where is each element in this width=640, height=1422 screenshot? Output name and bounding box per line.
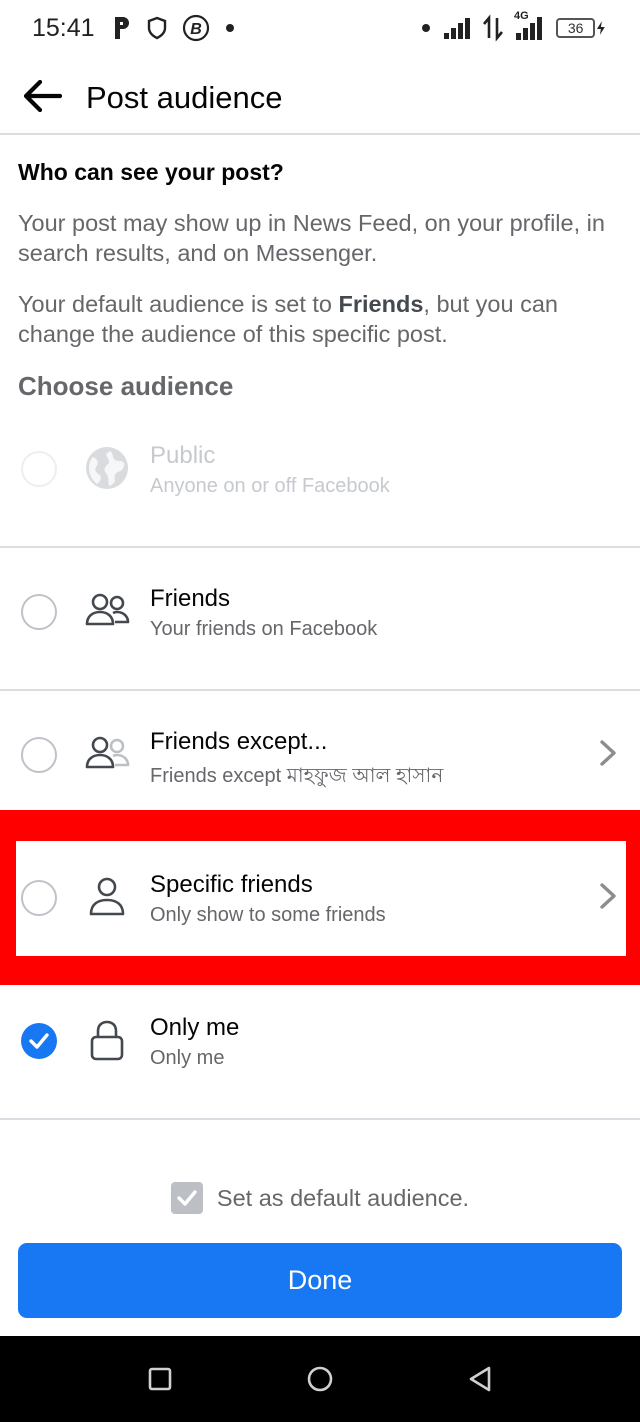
option-title: Friends except...	[150, 728, 328, 755]
radio-button-selected[interactable]	[21, 1023, 57, 1059]
p-app-icon	[115, 17, 129, 39]
audience-option-public[interactable]: Public Anyone on or off Facebook	[0, 405, 640, 548]
option-title: Public	[150, 442, 216, 469]
check-icon	[29, 1033, 49, 1049]
audience-option-friends-except[interactable]: Friends except... Friends except মাহফুজ …	[0, 691, 640, 834]
battery-icon: 36	[556, 17, 606, 39]
svg-text:B: B	[190, 21, 202, 38]
navigation-bar	[0, 1336, 640, 1422]
status-left-icons: B	[112, 14, 236, 42]
description-default-value: Friends	[338, 291, 424, 317]
radio-button[interactable]	[21, 594, 57, 630]
chevron-right-icon	[600, 883, 616, 909]
4g-signal-icon: 4G	[514, 10, 546, 42]
friends-except-icon	[85, 736, 130, 769]
default-audience-checkbox[interactable]	[170, 1182, 203, 1214]
status-bar: 15:41 B 4G 36	[0, 0, 640, 58]
page-title: Post audience	[86, 80, 283, 115]
back-triangle-icon[interactable]	[465, 1364, 495, 1394]
friends-icon	[85, 593, 130, 626]
option-subtitle: Only me	[150, 1047, 225, 1069]
default-audience-row[interactable]: Set as default audience.	[0, 1175, 640, 1221]
radio-button[interactable]	[21, 737, 57, 773]
question-heading: Who can see your post?	[18, 159, 284, 185]
audience-option-only-me[interactable]: Only me Only me	[0, 977, 640, 1120]
audience-option-specific-friends[interactable]: Specific friends Only show to some frien…	[0, 834, 640, 977]
option-subtitle: Your friends on Facebook	[150, 618, 378, 640]
option-title: Specific friends	[150, 871, 313, 898]
status-time: 15:41	[32, 14, 95, 42]
done-button[interactable]: Done	[18, 1243, 622, 1318]
chevron-right-icon	[600, 740, 616, 766]
arrow-left-icon	[23, 79, 62, 113]
radio-button[interactable]	[21, 880, 57, 916]
globe-icon	[86, 447, 128, 489]
option-title: Only me	[150, 1014, 240, 1041]
choose-audience-heading: Choose audience	[18, 371, 234, 401]
person-icon	[89, 877, 125, 916]
radio-button[interactable]	[21, 451, 57, 487]
description-visibility: Your post may show up in News Feed, on y…	[18, 210, 605, 266]
home-icon[interactable]	[305, 1364, 335, 1394]
bitcoin-icon: B	[182, 14, 210, 42]
default-audience-label: Set as default audience.	[216, 1184, 470, 1211]
option-subtitle: Only show to some friends	[150, 904, 386, 926]
description-default-audience: Your default audience is set to Friends,…	[18, 289, 618, 349]
app-bar: Post audience	[0, 58, 640, 135]
recent-apps-icon[interactable]	[145, 1364, 175, 1394]
audience-option-friends[interactable]: Friends Your friends on Facebook	[0, 548, 640, 691]
status-right-icons: 4G 36	[420, 10, 606, 42]
check-icon	[177, 1190, 197, 1206]
lock-icon	[90, 1020, 124, 1061]
option-title: Friends	[150, 585, 231, 612]
option-subtitle: Anyone on or off Facebook	[150, 475, 390, 497]
dot-icon	[422, 24, 430, 32]
description-prefix: Your default audience is set to	[18, 291, 339, 317]
dot-icon	[226, 24, 234, 32]
data-transfer-icon	[483, 14, 503, 42]
battery-level: 36	[567, 20, 584, 36]
signal-icon	[444, 18, 470, 39]
back-button[interactable]	[18, 74, 66, 118]
option-subtitle: Friends except মাহফুজ আল হাসান	[150, 765, 444, 787]
shield-icon	[147, 16, 167, 40]
